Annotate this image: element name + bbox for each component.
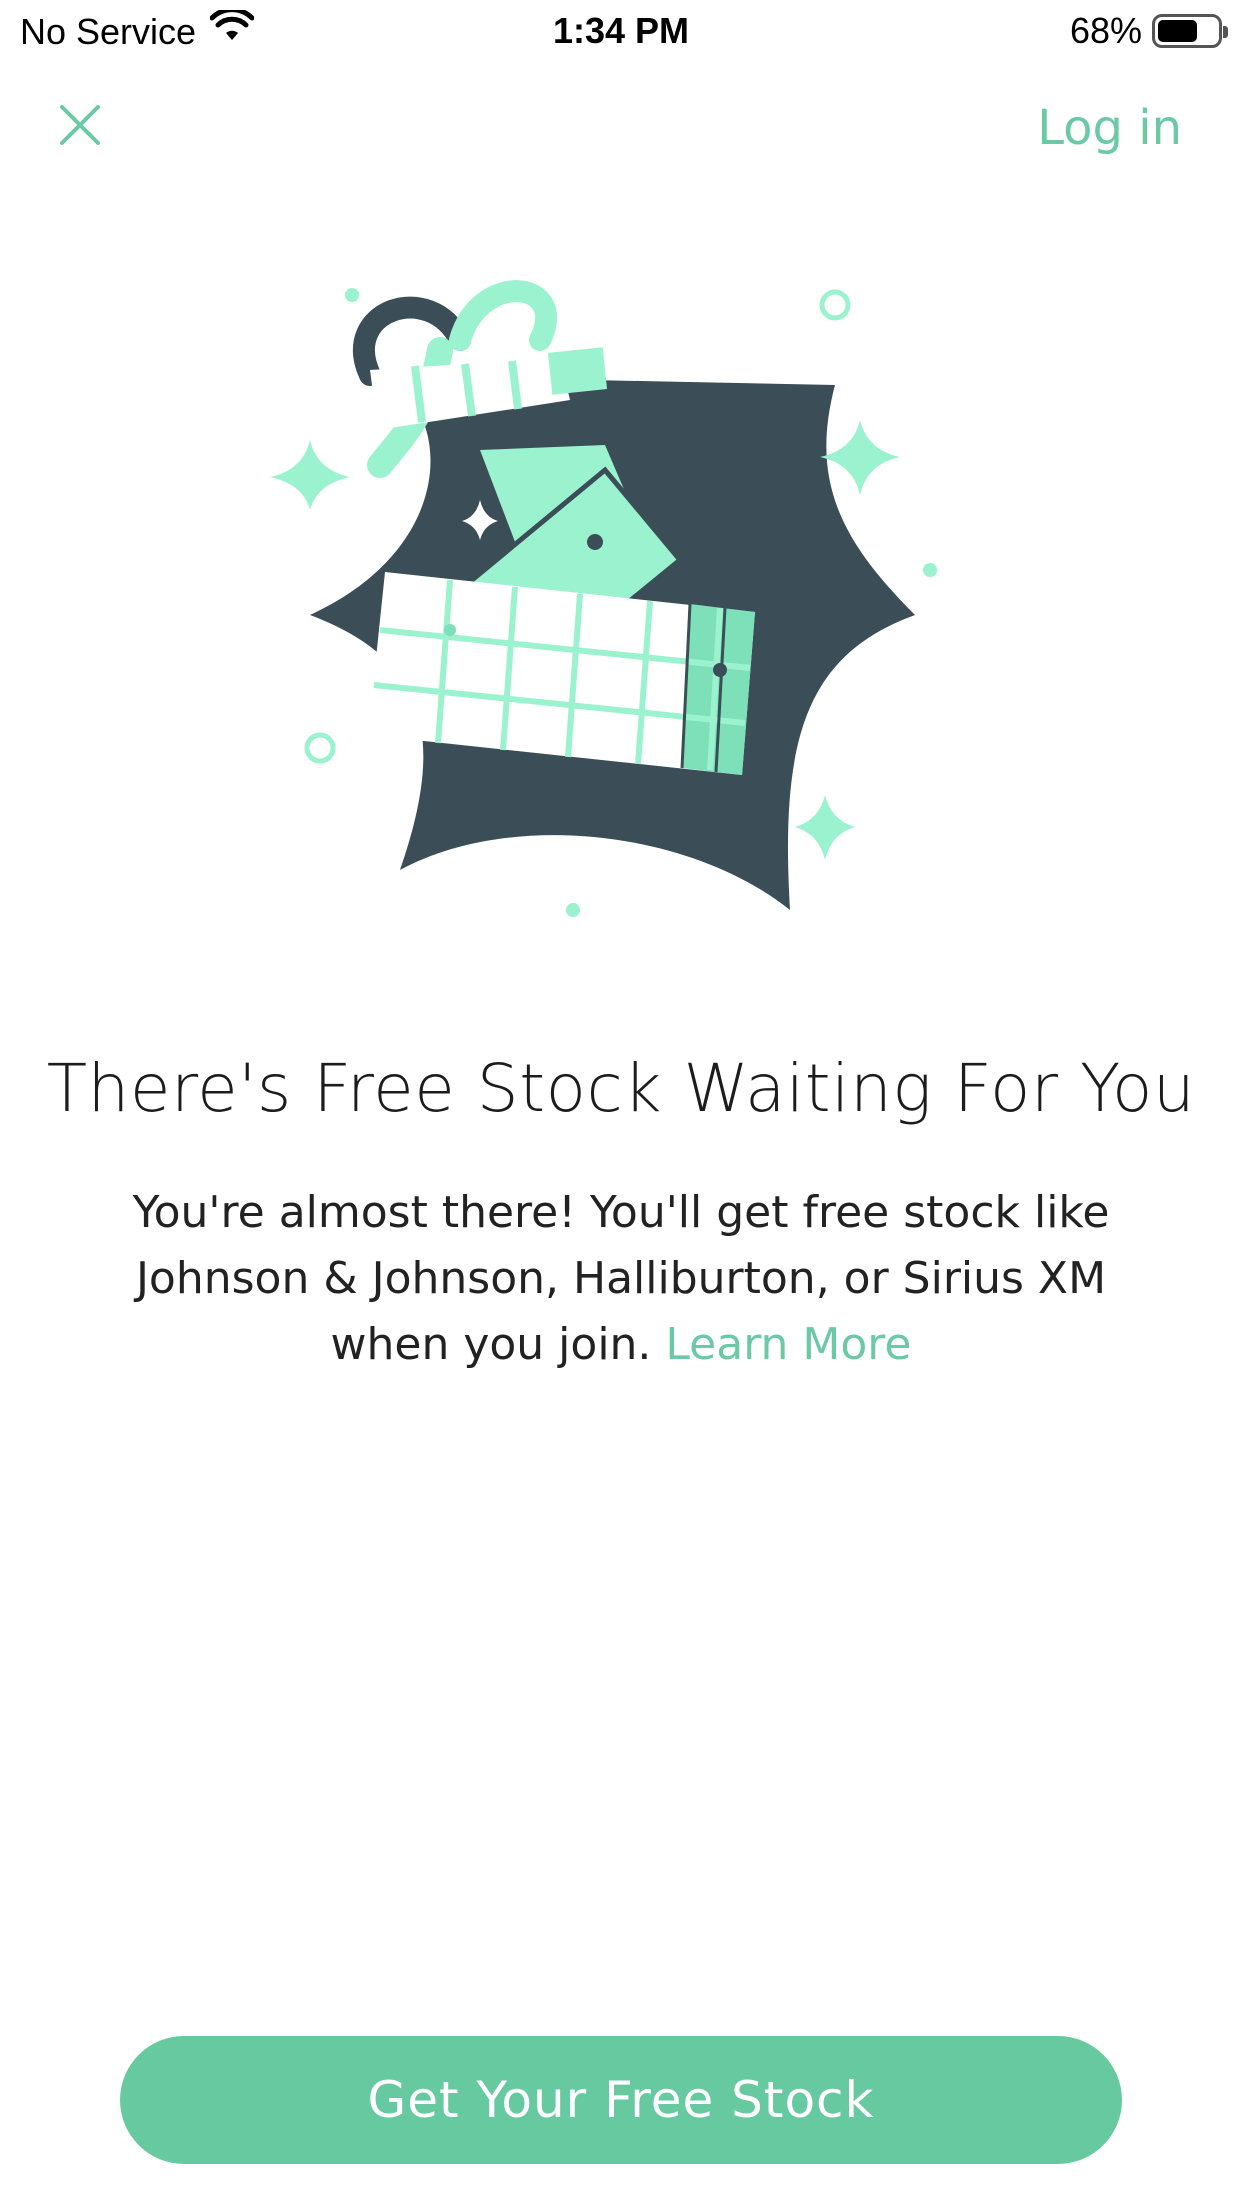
learn-more-link[interactable]: Learn More bbox=[665, 1319, 911, 1370]
get-free-stock-button[interactable]: Get Your Free Stock bbox=[120, 2036, 1122, 2164]
bow-right-loop bbox=[449, 280, 557, 351]
login-link[interactable]: Log in bbox=[1037, 100, 1182, 156]
status-time: 1:34 PM bbox=[552, 10, 690, 51]
gift-stock-illustration bbox=[250, 270, 990, 930]
battery-icon bbox=[1152, 14, 1228, 48]
description: You're almost there! You'll get free sto… bbox=[100, 1180, 1142, 1378]
close-icon bbox=[60, 105, 100, 145]
sparkle-icon bbox=[820, 420, 900, 495]
status-right: 68% bbox=[1069, 10, 1228, 52]
close-button[interactable] bbox=[50, 95, 110, 155]
battery-percent: 68% bbox=[1069, 10, 1142, 51]
page-title: There's Free Stock Waiting For You bbox=[46, 1050, 1196, 1127]
lid-tag bbox=[547, 347, 608, 395]
status-bar: No Service 1:34 PM 68% bbox=[0, 0, 1242, 64]
battery-fill bbox=[1158, 20, 1198, 42]
description-text: You're almost there! You'll get free sto… bbox=[132, 1187, 1110, 1370]
sparkle-icon bbox=[795, 795, 855, 860]
sparkle-icon bbox=[270, 440, 350, 510]
